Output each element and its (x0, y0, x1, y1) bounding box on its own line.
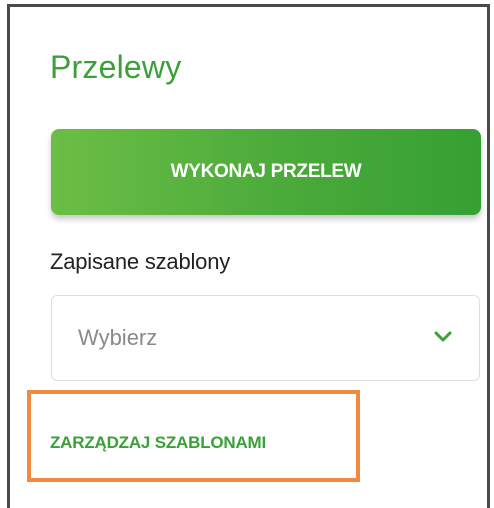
panel-title: Przelewy (50, 49, 182, 85)
make-transfer-button[interactable]: WYKONAJ PRZELEW (51, 129, 481, 215)
transfers-panel: Przelewy WYKONAJ PRZELEW Zapisane szablo… (7, 4, 490, 508)
manage-templates-link[interactable]: ZARZĄDZAJ SZABLONAMI (50, 430, 266, 456)
select-value: Wybierz (78, 325, 158, 350)
saved-templates-select[interactable]: Wybierz (51, 295, 480, 381)
saved-templates-label: Zapisane szablony (50, 249, 231, 274)
chevron-down-icon (434, 331, 452, 342)
